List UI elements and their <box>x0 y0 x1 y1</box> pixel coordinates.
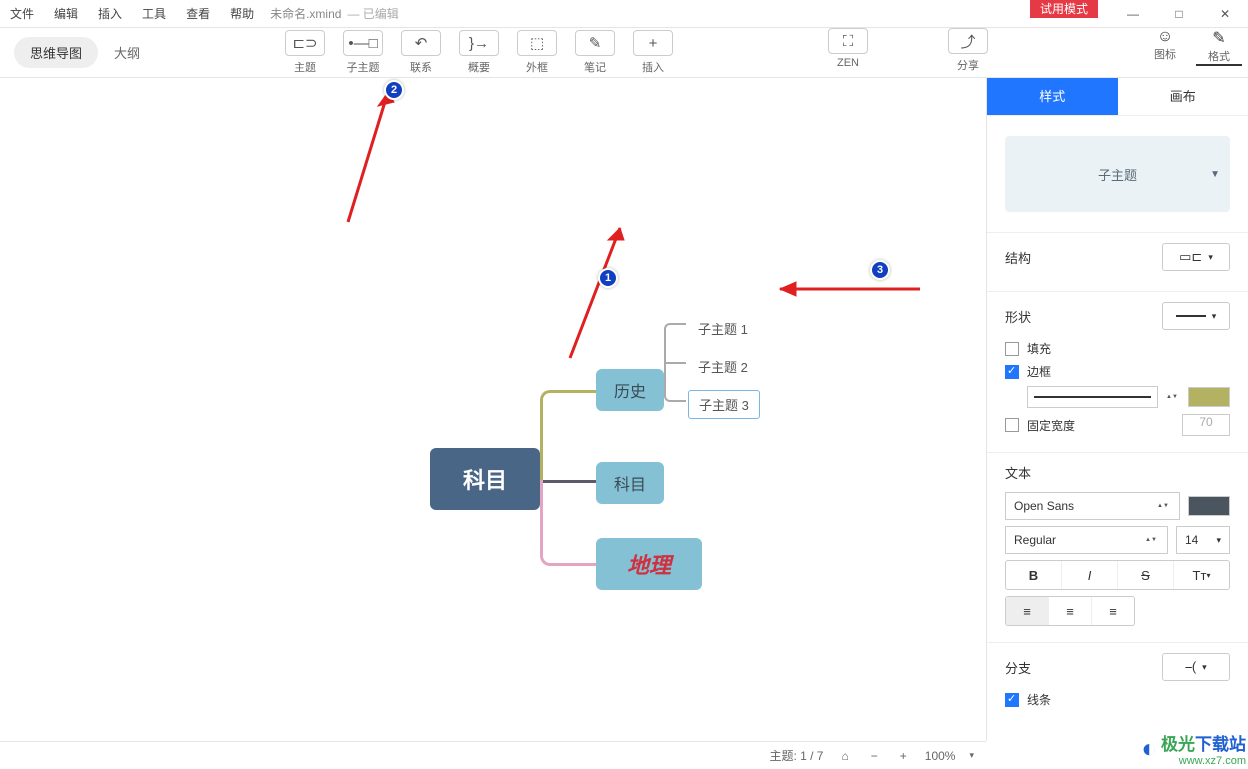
status-bar: 主题: 1 / 7 ⌂ − + 100% ▾ <box>0 741 986 769</box>
fill-checkbox[interactable] <box>1005 342 1019 356</box>
section-branch-label: 分支 <box>1005 658 1031 677</box>
topic-count: 主题: 1 / 7 <box>769 747 823 764</box>
menu-help[interactable]: 帮助 <box>220 0 264 28</box>
notes-icon: ✎ <box>575 30 615 56</box>
canvas[interactable]: 科目 历史 科目 地理 子主题 1 子主题 2 子主题 3 1 2 3 <box>0 78 986 741</box>
fixed-width-input[interactable]: 70 <box>1182 414 1230 436</box>
share-icon: ⤴ <box>948 28 988 54</box>
zoom-in-button[interactable]: + <box>896 749 911 763</box>
align-center-button[interactable]: ≡ <box>1049 597 1092 625</box>
insert-icon: + <box>633 30 673 56</box>
tool-icons[interactable]: ☺图标 <box>1142 28 1188 66</box>
bold-button[interactable]: B <box>1006 561 1062 589</box>
tab-outline[interactable]: 大纲 <box>98 37 156 68</box>
topic-icon: ⊏⊃ <box>285 30 325 56</box>
fixed-width-label: 固定宽度 <box>1027 417 1075 434</box>
tool-subtopic[interactable]: •—□子主题 <box>334 30 392 75</box>
zen-icon: ⛶ <box>828 28 868 54</box>
tool-share[interactable]: ⤴分享 <box>948 28 988 73</box>
format-panel: 样式 画布 子主题 ▼ 结构 ▭⊏ ▾ 形状 ▾ 填充 边框 ▲▼ <box>986 78 1248 741</box>
align-left-button[interactable]: ≡ <box>1006 597 1049 625</box>
relation-icon: ↶ <box>401 30 441 56</box>
brush-icon: ✎ <box>1212 28 1225 48</box>
annotation-arrow <box>338 78 408 232</box>
tool-notes[interactable]: ✎笔记 <box>566 30 624 75</box>
section-shape-label: 形状 <box>1005 307 1031 326</box>
line-label: 线条 <box>1027 691 1051 708</box>
menu-file[interactable]: 文件 <box>0 0 44 28</box>
tool-topic[interactable]: ⊏⊃主题 <box>276 30 334 75</box>
tool-relation[interactable]: ↶联系 <box>392 30 450 75</box>
edited-indicator: — 已编辑 <box>347 5 398 22</box>
tool-format[interactable]: ✎格式 <box>1196 28 1242 66</box>
connector <box>664 362 686 402</box>
zoom-dropdown[interactable]: ▾ <box>969 750 974 761</box>
annotation-arrow <box>770 274 930 304</box>
window-close[interactable]: ✕ <box>1202 0 1248 28</box>
boundary-icon: ⬚ <box>517 30 557 56</box>
menu-edit[interactable]: 编辑 <box>44 0 88 28</box>
structure-selector[interactable]: ▭⊏ ▾ <box>1162 243 1230 271</box>
map-overview-button[interactable]: ⌂ <box>837 749 852 763</box>
border-label: 边框 <box>1027 363 1051 380</box>
strike-button[interactable]: S <box>1118 561 1174 589</box>
window-minimize[interactable]: — <box>1110 0 1156 28</box>
tab-mindmap[interactable]: 思维导图 <box>14 37 98 68</box>
site-watermark: ◐ 极光下载站 www.xz7.com <box>1141 730 1246 767</box>
annotation-arrow <box>560 208 640 368</box>
border-color-swatch[interactable] <box>1188 387 1230 407</box>
italic-button[interactable]: I <box>1062 561 1118 589</box>
border-checkbox[interactable] <box>1005 365 1019 379</box>
font-weight-selector[interactable]: Regular▲▼ <box>1005 526 1168 554</box>
panel-tab-canvas[interactable]: 画布 <box>1118 78 1248 115</box>
structure-icon: ▭⊏ <box>1179 249 1202 265</box>
window-maximize[interactable]: □ <box>1156 0 1202 28</box>
branch-selector[interactable]: ⎯( ▾ <box>1162 653 1230 681</box>
border-line-spinner[interactable]: ▲▼ <box>1166 394 1180 400</box>
branch-icon: ⎯( <box>1185 659 1196 675</box>
node-subtopic-3-selected[interactable]: 子主题 3 <box>688 390 760 419</box>
node-subtopic-1[interactable]: 子主题 1 <box>688 315 758 342</box>
trial-mode-badge: 试用模式 <box>1030 0 1098 18</box>
smiley-icon: ☺ <box>1157 28 1173 46</box>
node-root[interactable]: 科目 <box>430 448 540 510</box>
panel-tab-style[interactable]: 样式 <box>987 78 1118 115</box>
line-checkbox[interactable] <box>1005 693 1019 707</box>
annotation-badge-3: 3 <box>870 260 890 280</box>
chevron-down-icon: ▼ <box>1210 169 1220 180</box>
section-text-label: 文本 <box>1005 463 1031 482</box>
node-geography[interactable]: 地理 <box>596 538 702 590</box>
zoom-level: 100% <box>925 749 956 763</box>
menu-tools[interactable]: 工具 <box>132 0 176 28</box>
style-preview[interactable]: 子主题 ▼ <box>1005 136 1230 212</box>
font-family-selector[interactable]: Open Sans▲▼ <box>1005 492 1180 520</box>
node-subject[interactable]: 科目 <box>596 462 664 504</box>
tool-boundary[interactable]: ⬚外框 <box>508 30 566 75</box>
subtopic-icon: •—□ <box>343 30 383 56</box>
annotation-badge-1: 1 <box>598 268 618 288</box>
textcase-button[interactable]: Tᴛ▾ <box>1174 561 1229 589</box>
node-history[interactable]: 历史 <box>596 369 664 411</box>
tool-summary[interactable]: }→概要 <box>450 30 508 75</box>
zoom-out-button[interactable]: − <box>867 749 882 763</box>
file-name: 未命名.xmind <box>270 5 341 22</box>
connector <box>540 480 596 566</box>
shape-selector[interactable]: ▾ <box>1162 302 1230 330</box>
align-right-button[interactable]: ≡ <box>1092 597 1134 625</box>
summary-icon: }→ <box>459 30 499 56</box>
section-structure-label: 结构 <box>1005 248 1031 267</box>
font-size-selector[interactable]: 14▾ <box>1176 526 1230 554</box>
text-color-swatch[interactable] <box>1188 496 1230 516</box>
fixed-width-checkbox[interactable] <box>1005 418 1019 432</box>
fill-label: 填充 <box>1027 340 1051 357</box>
annotation-badge-2: 2 <box>384 80 404 100</box>
tool-zen[interactable]: ⛶ZEN <box>828 28 868 73</box>
menu-insert[interactable]: 插入 <box>88 0 132 28</box>
border-line-selector[interactable] <box>1027 386 1158 408</box>
node-subtopic-2[interactable]: 子主题 2 <box>688 353 758 380</box>
connector <box>540 390 596 480</box>
tool-insert[interactable]: +插入 <box>624 30 682 75</box>
menu-view[interactable]: 查看 <box>176 0 220 28</box>
